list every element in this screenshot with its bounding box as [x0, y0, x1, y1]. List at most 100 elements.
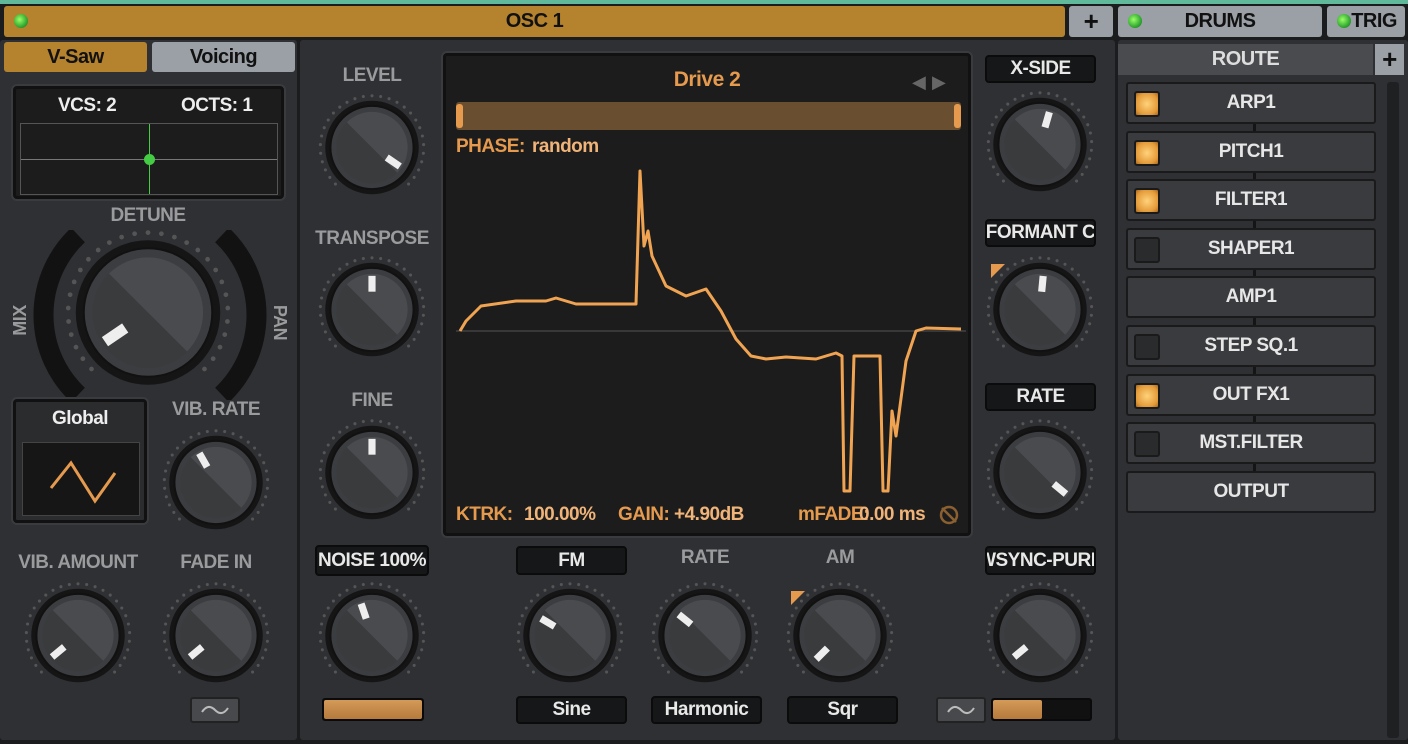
noise-knob[interactable] [317, 581, 427, 696]
x-side-selector[interactable]: X-SIDE [985, 55, 1096, 83]
formant-knob[interactable] [985, 255, 1095, 370]
knob-graphic [24, 582, 132, 683]
fm-selector[interactable]: FM [516, 546, 627, 575]
noise-level-bar[interactable] [322, 698, 424, 721]
drums-button[interactable]: DRUMS [1118, 6, 1322, 37]
route-item[interactable]: PITCH1 [1126, 130, 1376, 173]
waveform-display[interactable]: Drive 2 ◀ ▶ PHASE: random KTRK: 100.00% … [443, 53, 971, 536]
route-item-label: PITCH1 [1218, 140, 1284, 162]
route-toggle-checkbox[interactable] [1134, 91, 1160, 117]
voicing-display[interactable]: VCS: 2 OCTS: 1 [13, 86, 284, 199]
waveform-plot [456, 169, 966, 493]
vib-rate-knob[interactable] [161, 428, 271, 543]
voicing-grid [20, 123, 278, 195]
lfo-wave-display[interactable] [22, 442, 140, 516]
route-item[interactable]: STEP SQ.1 [1126, 325, 1376, 367]
route-item[interactable]: MST.FILTER [1126, 422, 1376, 465]
trig-label: TRIG [1351, 10, 1397, 32]
detune-knob[interactable] [63, 228, 233, 403]
gain-value[interactable]: +4.90dB [674, 504, 744, 526]
route-toggle-checkbox[interactable] [1134, 334, 1160, 360]
vib-shape-button[interactable] [190, 697, 240, 723]
fm-knob[interactable] [515, 581, 625, 696]
rate-knob[interactable] [985, 418, 1095, 533]
transpose-knob[interactable] [317, 255, 427, 370]
octs-readout: OCTS: 1 [181, 95, 253, 116]
knob-graphic [516, 582, 624, 683]
knob-graphic [786, 582, 894, 683]
bypass-icon[interactable] [938, 504, 960, 526]
mfade-value[interactable]: 0.00 ms [859, 504, 926, 526]
route-item-label: OUTPUT [1213, 480, 1289, 502]
am-label: AM [825, 547, 855, 568]
route-item[interactable]: AMP1 [1126, 276, 1376, 319]
osc-header[interactable]: OSC 1 [4, 6, 1065, 37]
noise-selector[interactable]: NOISE 100% [315, 545, 429, 576]
phase-range-bar[interactable] [456, 102, 961, 130]
triangle-wave-icon [49, 460, 117, 504]
wsync-selector[interactable]: WSYNC-PURE [985, 546, 1096, 575]
route-toggle-checkbox[interactable] [1134, 382, 1160, 409]
wsync-shape-button[interactable] [936, 697, 986, 723]
route-toggle-checkbox[interactable] [1134, 236, 1160, 263]
drums-label: DRUMS [1184, 10, 1256, 32]
knob-graphic [986, 256, 1094, 357]
phase-value[interactable]: random [532, 136, 599, 158]
vib-amount-knob[interactable] [23, 581, 133, 696]
tab-v-saw[interactable]: V-Saw [4, 42, 147, 72]
gain-label: GAIN: [618, 504, 670, 525]
range-start-handle[interactable] [456, 104, 463, 128]
route-item[interactable]: OUT FX1 [1126, 373, 1376, 416]
mix-label: MIX [9, 305, 30, 336]
route-item-label: SHAPER1 [1207, 237, 1295, 259]
knob-graphic [318, 582, 426, 683]
route-item[interactable]: ARP1 [1126, 82, 1376, 124]
add-route-button[interactable]: + [1375, 44, 1404, 75]
am-knob[interactable] [785, 581, 895, 696]
rate-mid-label: RATE [680, 547, 730, 568]
wsync-knob[interactable] [985, 581, 1095, 696]
add-osc-button[interactable]: + [1069, 6, 1113, 37]
fm-shape-selector[interactable]: Sine [516, 696, 627, 724]
prev-preset-arrow-icon[interactable]: ◀ [912, 72, 926, 93]
rate-selector[interactable]: RATE [985, 383, 1096, 411]
knob-graphic [318, 256, 426, 357]
trig-led[interactable] [1337, 14, 1351, 28]
rate-mode-selector[interactable]: Harmonic [651, 696, 762, 724]
route-scrollbar[interactable] [1387, 82, 1399, 738]
rate-mid-knob[interactable] [650, 581, 760, 696]
route-item[interactable]: OUTPUT [1126, 470, 1376, 513]
knob-graphic [65, 230, 231, 385]
knob-pointer [357, 602, 370, 620]
osc-enable-led[interactable] [14, 14, 28, 28]
lfo-panel: Global [13, 399, 147, 523]
transpose-label: TRANSPOSE [315, 228, 429, 249]
wsync-level-bar[interactable] [991, 698, 1092, 721]
fine-label: FINE [351, 390, 393, 411]
next-preset-arrow-icon[interactable]: ▶ [932, 72, 946, 93]
route-toggle-checkbox[interactable] [1134, 139, 1160, 166]
preset-title: Drive 2 [673, 68, 741, 91]
fade-in-label: FADE IN [180, 552, 252, 573]
route-toggle-checkbox[interactable] [1134, 431, 1160, 458]
fade-in-knob[interactable] [161, 581, 271, 696]
x-side-knob[interactable] [985, 90, 1095, 205]
route-item-label: ARP1 [1226, 92, 1276, 113]
vcs-readout: VCS: 2 [58, 95, 117, 116]
ktrk-value[interactable]: 100.00% [524, 504, 596, 526]
trig-button[interactable]: TRIG [1327, 6, 1405, 37]
route-item[interactable]: SHAPER1 [1126, 227, 1376, 270]
level-knob[interactable] [317, 93, 427, 208]
am-shape-selector[interactable]: Sqr [787, 696, 898, 724]
tab-voicing[interactable]: Voicing [152, 42, 295, 72]
drums-led[interactable] [1128, 14, 1142, 28]
route-toggle-checkbox[interactable] [1134, 188, 1160, 215]
lfo-mode[interactable]: Global [16, 408, 144, 430]
voicing-point[interactable] [144, 154, 155, 165]
range-end-handle[interactable] [954, 104, 961, 128]
formant-selector[interactable]: FORMANT C [985, 219, 1096, 247]
route-item[interactable]: FILTER1 [1126, 179, 1376, 222]
fine-knob[interactable] [317, 418, 427, 533]
level-label: LEVEL [342, 65, 402, 86]
route-item-label: MST.FILTER [1199, 432, 1303, 454]
